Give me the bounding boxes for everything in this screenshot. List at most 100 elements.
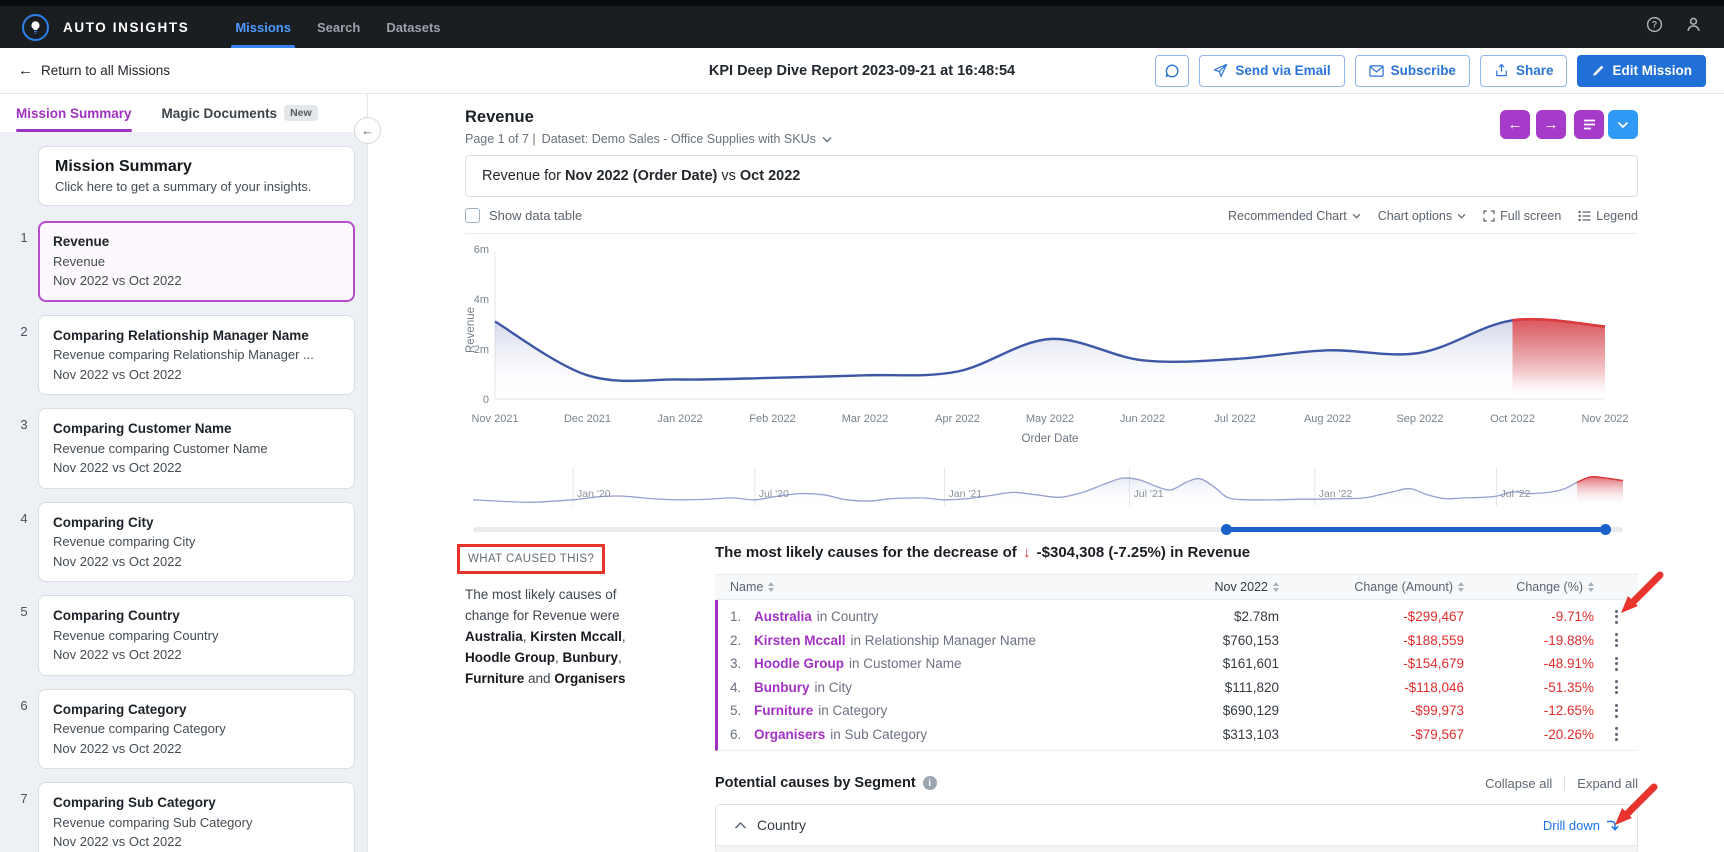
chart-options-dropdown[interactable]: Chart options	[1378, 209, 1466, 223]
item-period: Nov 2022 vs Oct 2022	[53, 458, 340, 478]
expand-all-link[interactable]: Expand all	[1577, 776, 1638, 791]
dataset-selector[interactable]: Dataset: Demo Sales - Office Supplies wi…	[542, 132, 816, 146]
svg-text:Jul 2022: Jul 2022	[1214, 413, 1256, 425]
comments-button[interactable]	[1155, 55, 1189, 87]
kebab-menu-icon[interactable]	[1594, 608, 1638, 625]
table-row: 3. Hoodle Group in Customer Name $161,60…	[718, 652, 1638, 676]
causes-summary: The most likely causes of change for Rev…	[465, 585, 647, 690]
page-menu-button[interactable]	[1574, 110, 1604, 139]
revenue-chart[interactable]: 02m4m6mRevenueNov 2021Dec 2021Jan 2022Fe…	[465, 234, 1638, 459]
cause-name-link[interactable]: Australia	[754, 609, 812, 624]
column-change-pct[interactable]: Change (%)	[1464, 580, 1594, 594]
item-title: Revenue	[53, 232, 340, 252]
tab-mission-summary[interactable]: Mission Summary	[16, 94, 132, 132]
kebab-menu-icon[interactable]	[1594, 702, 1638, 719]
tab-magic-documents[interactable]: Magic Documents New	[162, 94, 318, 132]
tab-datasets[interactable]: Datasets	[386, 6, 440, 48]
chevron-down-icon	[1457, 213, 1466, 219]
sidebar-collapse-button[interactable]: ←	[354, 117, 381, 144]
help-icon[interactable]: ?	[1646, 16, 1663, 38]
cause-name-link[interactable]: Organisers	[754, 727, 825, 742]
list-item[interactable]: 6 Comparing Category Revenue comparing C…	[10, 689, 355, 770]
kebab-menu-icon[interactable]	[1594, 655, 1638, 672]
cause-name-link[interactable]: Hoodle Group	[754, 656, 844, 671]
divider	[1564, 776, 1565, 791]
accordion-label: Country	[757, 817, 806, 833]
column-nov-2022[interactable]: Nov 2022	[1119, 580, 1279, 594]
drill-down-link[interactable]: Drill down	[1543, 818, 1619, 833]
user-icon[interactable]	[1685, 16, 1702, 38]
slider-selected-range[interactable]	[1226, 527, 1606, 532]
tab-search[interactable]: Search	[317, 6, 360, 48]
back-arrow-icon: ←	[18, 62, 33, 79]
decrease-arrow-icon: ↓	[1021, 544, 1033, 561]
subscribe-button[interactable]: Subscribe	[1355, 55, 1470, 87]
cell-current-value: $313,103	[1119, 727, 1279, 742]
list-item[interactable]: 1 Revenue Revenue Nov 2022 vs Oct 2022	[10, 221, 355, 302]
table-row: 2. Kirsten Mccall in Relationship Manage…	[718, 629, 1638, 653]
row-rank: 2.	[730, 633, 754, 648]
send-via-email-button[interactable]: Send via Email	[1199, 55, 1344, 87]
chat-bubble-icon	[1164, 63, 1180, 79]
cause-name-link[interactable]: Furniture	[754, 703, 813, 718]
cause-dimension: in City	[815, 680, 853, 695]
show-data-table-label: Show data table	[489, 208, 582, 223]
column-name[interactable]: Name	[715, 580, 1119, 594]
item-period: Nov 2022 vs Oct 2022	[53, 552, 340, 572]
legend-icon	[1578, 210, 1591, 222]
lightbulb-logo-icon[interactable]	[22, 14, 49, 41]
recommended-chart-dropdown[interactable]: Recommended Chart	[1228, 209, 1361, 223]
show-data-table-checkbox[interactable]	[465, 208, 480, 223]
tab-missions[interactable]: Missions	[235, 6, 291, 48]
kebab-menu-icon[interactable]	[1594, 679, 1638, 696]
list-item[interactable]: 7 Comparing Sub Category Revenue compari…	[10, 782, 355, 852]
slider-handle-left[interactable]	[1221, 524, 1232, 535]
kebab-menu-icon[interactable]	[1594, 726, 1638, 743]
sidebar: ← Mission Summary Magic Documents New Mi…	[0, 94, 368, 852]
headline-text: Revenue for Nov 2022 (Order Date) vs Oct…	[482, 168, 800, 184]
cell-change-amount: -$299,467	[1279, 609, 1464, 624]
list-item[interactable]: 4 Comparing City Revenue comparing City …	[10, 502, 355, 583]
row-rank: 1.	[730, 609, 754, 624]
list-item[interactable]: 5 Comparing Country Revenue comparing Co…	[10, 595, 355, 676]
kebab-menu-icon[interactable]	[1594, 632, 1638, 649]
cell-change-amount: -$118,046	[1279, 680, 1464, 695]
list-item[interactable]: 3 Comparing Customer Name Revenue compar…	[10, 408, 355, 489]
back-to-missions-link[interactable]: ← Return to all Missions	[18, 62, 170, 79]
svg-text:6m: 6m	[474, 244, 489, 256]
next-page-button[interactable]: →	[1536, 110, 1566, 139]
slider-track[interactable]	[473, 527, 1623, 532]
causes-table-body: 1. Australia in Country $2.78m -$299,467…	[715, 600, 1638, 751]
svg-text:Jan 2022: Jan 2022	[657, 413, 702, 425]
info-icon[interactable]: i	[923, 776, 937, 790]
svg-text:Dec 2021: Dec 2021	[564, 413, 611, 425]
mission-summary-card[interactable]: Mission Summary Click here to get a summ…	[38, 146, 355, 206]
cell-current-value: $111,820	[1119, 680, 1279, 695]
svg-text:Sep 2022: Sep 2022	[1396, 413, 1443, 425]
cause-name-link[interactable]: Kirsten Mccall	[754, 633, 846, 648]
full-screen-button[interactable]: Full screen	[1483, 209, 1561, 223]
page-number: Page 1 of 7 |	[465, 132, 536, 146]
segment-accordion-country: Country Drill down	[715, 804, 1638, 852]
list-item[interactable]: 2 Comparing Relationship Manager Name Re…	[10, 315, 355, 396]
share-button[interactable]: Share	[1480, 55, 1568, 87]
cell-change-pct: -19.88%	[1464, 633, 1594, 648]
top-navbar: AUTO INSIGHTS Missions Search Datasets ?	[0, 6, 1724, 48]
slider-handle-right[interactable]	[1600, 524, 1611, 535]
column-change-amount[interactable]: Change (Amount)	[1279, 580, 1464, 594]
envelope-icon	[1369, 64, 1384, 78]
causes-table-title: The most likely causes for the decrease …	[715, 544, 1638, 561]
collapse-all-link[interactable]: Collapse all	[1485, 776, 1552, 791]
edit-mission-button[interactable]: Edit Mission	[1577, 55, 1706, 87]
svg-text:Order Date: Order Date	[1022, 433, 1079, 445]
history-minimap[interactable]: Jan '20Jul '20Jan '21Jul '21Jan '22Jul '…	[465, 464, 1638, 516]
cause-name-link[interactable]: Bunbury	[754, 680, 810, 695]
previous-page-button[interactable]: ←	[1500, 110, 1530, 139]
paper-plane-icon	[1213, 63, 1228, 78]
accordion-row-country[interactable]: Country Drill down	[716, 805, 1637, 845]
item-title: Comparing Sub Category	[53, 793, 340, 813]
legend-button[interactable]: Legend	[1578, 209, 1638, 223]
chevron-down-icon	[822, 136, 832, 143]
item-number: 5	[10, 595, 38, 676]
expand-menu-button[interactable]	[1608, 110, 1638, 139]
